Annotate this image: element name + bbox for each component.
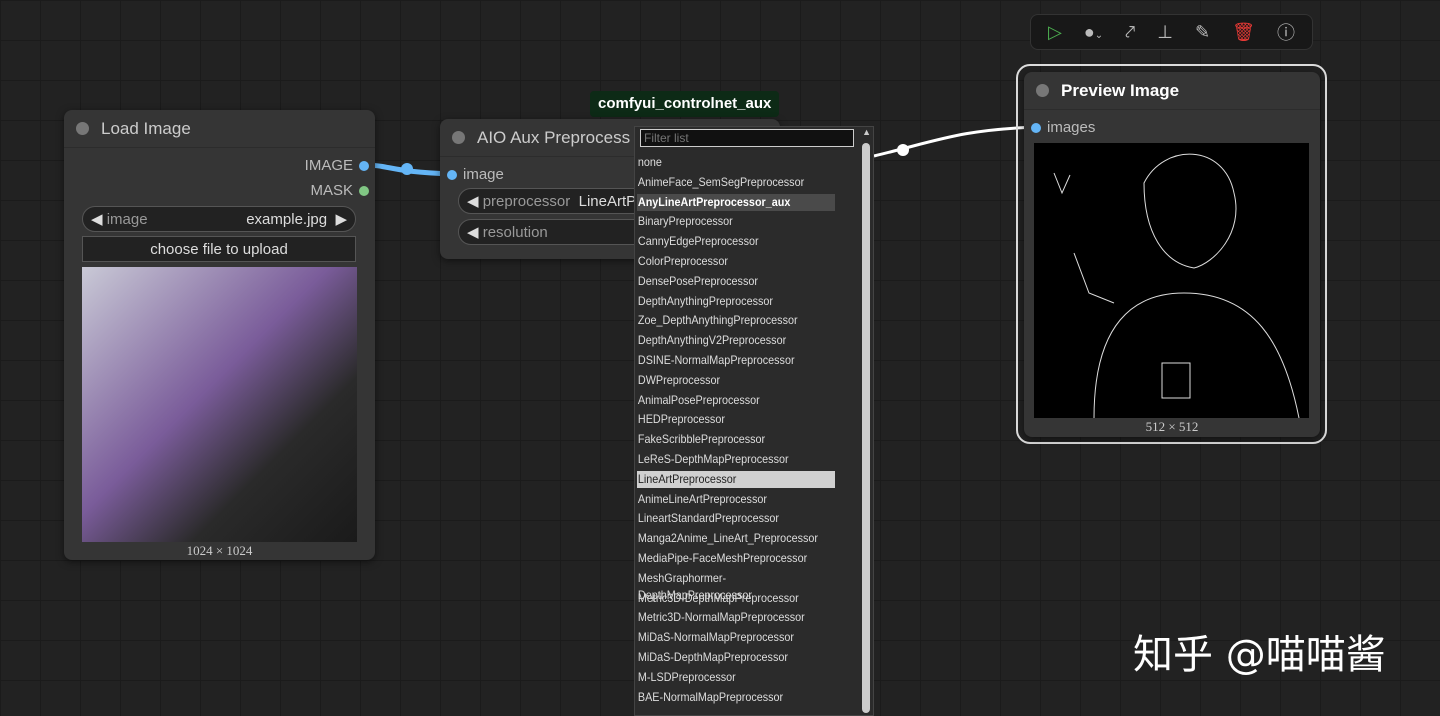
input-images[interactable]: images — [1031, 119, 1095, 136]
preprocessor-dropdown[interactable]: none AnimeFace_SemSegPreprocessor AnyLineA… — [634, 126, 874, 716]
watermark: 知乎 @喵喵酱 — [1133, 632, 1386, 678]
trash-icon[interactable]: 🗑 — [1232, 22, 1255, 43]
dropdown-item[interactable]: DensePosePreprocessor — [637, 273, 835, 290]
node-title: Preview Image — [1061, 80, 1180, 100]
dropdown-item[interactable]: BinaryPreprocessor — [637, 213, 835, 230]
image-combo[interactable]: ◀ image example.jpg ▶ — [82, 206, 356, 232]
collapse-dot[interactable] — [452, 131, 465, 144]
slot-dot[interactable] — [447, 169, 457, 180]
dropdown-item[interactable]: Manga2Anime_LineArt_Preprocessor — [637, 530, 835, 547]
image-size: 512 × 512 — [1145, 419, 1199, 434]
upload-button[interactable]: choose file to upload — [82, 236, 356, 262]
edit-icon[interactable]: ✎ — [1195, 22, 1210, 43]
arrow-left-icon[interactable]: ◀ — [467, 192, 479, 210]
dropdown-item[interactable]: M-LSDPreprocessor — [637, 669, 835, 686]
collapse-dot[interactable] — [76, 122, 89, 135]
dropdown-item[interactable]: DepthAnythingPreprocessor — [637, 293, 835, 310]
dropdown-item[interactable]: MeshGraphormer-DepthMapPreprocessor — [637, 570, 835, 602]
slot-dot[interactable] — [359, 185, 369, 196]
dropdown-item[interactable]: DSINE-NormalMapPreprocessor — [637, 352, 835, 369]
load-image-node[interactable]: Load Image IMAGE MASK ◀ image example.jpg… — [64, 110, 375, 560]
dropdown-item[interactable]: Metric3D-DepthMapPreprocessor — [637, 590, 835, 607]
dropdown-item[interactable]: MediaPipe-FaceMeshPreprocessor — [637, 550, 835, 567]
bypass-icon[interactable]: ⤤ — [1125, 22, 1135, 43]
scrollbar[interactable] — [862, 143, 870, 713]
dropdown-item[interactable]: AnimeFace_SemSegPreprocessor — [637, 174, 835, 191]
help-icon[interactable]: ⓘ — [1277, 19, 1295, 45]
arrow-right-icon[interactable]: ▶ — [335, 210, 347, 228]
node-title: Load Image — [101, 118, 191, 138]
color-icon[interactable]: ●⌄ — [1084, 22, 1103, 43]
preview-image-node[interactable]: Preview Image images 512 × 512 — [1024, 72, 1320, 437]
dropdown-item[interactable]: DWPreprocessor — [637, 372, 835, 389]
input-image-preview — [82, 267, 357, 542]
dropdown-item[interactable]: Zoe_DepthAnythingPreprocessor — [637, 312, 835, 329]
node-badge: comfyui_controlnet_aux — [590, 91, 780, 117]
arrow-left-icon[interactable]: ◀ — [91, 210, 103, 228]
dropdown-item[interactable]: AnimalPosePreprocessor — [637, 392, 835, 409]
dropdown-item[interactable]: none — [637, 154, 835, 171]
collapse-dot[interactable] — [1036, 84, 1049, 97]
arrow-left-icon[interactable]: ◀ — [467, 223, 479, 241]
dropdown-item[interactable]: BAE-NormalMapPreprocessor — [637, 689, 835, 706]
output-image[interactable]: IMAGE — [305, 157, 369, 174]
dropdown-item[interactable]: Metric3D-NormalMapPreprocessor — [637, 609, 835, 626]
pin-icon[interactable]: ⊥ — [1157, 22, 1173, 43]
dropdown-item[interactable]: DepthAnythingV2Preprocessor — [637, 332, 835, 349]
dropdown-item[interactable]: ColorPreprocessor — [637, 253, 835, 270]
image-size: 1024 × 1024 — [186, 543, 253, 558]
output-mask[interactable]: MASK — [310, 182, 369, 199]
slot-dot[interactable] — [359, 160, 369, 171]
node-toolbar: ▷ ●⌄ ⤤ ⊥ ✎ 🗑 ⓘ — [1030, 14, 1313, 50]
lineart-preview — [1034, 143, 1309, 419]
dropdown-item[interactable]: MiDaS-NormalMapPreprocessor — [637, 629, 835, 646]
node-title: AIO Aux Preprocess — [477, 127, 631, 147]
dropdown-item[interactable]: LeReS-DepthMapPreprocessor — [637, 451, 835, 468]
dropdown-item[interactable]: AnyLineArtPreprocessor_aux — [637, 193, 835, 211]
filter-input[interactable] — [640, 129, 854, 147]
play-icon[interactable]: ▷ — [1048, 22, 1062, 43]
slot-dot[interactable] — [1031, 122, 1041, 133]
dropdown-item[interactable]: LineArtPreprocessor — [637, 470, 835, 488]
dropdown-item[interactable]: MiDaS-DepthMapPreprocessor — [637, 649, 835, 666]
dropdown-item[interactable]: HEDPreprocessor — [637, 411, 835, 428]
input-image[interactable]: image — [447, 166, 504, 183]
dropdown-item[interactable]: FakeScribblePreprocessor — [637, 431, 835, 448]
dropdown-item[interactable]: LineartStandardPreprocessor — [637, 510, 835, 527]
scroll-up-icon[interactable]: ▲ — [862, 127, 871, 137]
dropdown-item[interactable]: CannyEdgePreprocessor — [637, 233, 835, 250]
dropdown-item[interactable]: AnimeLineArtPreprocessor — [637, 491, 835, 508]
